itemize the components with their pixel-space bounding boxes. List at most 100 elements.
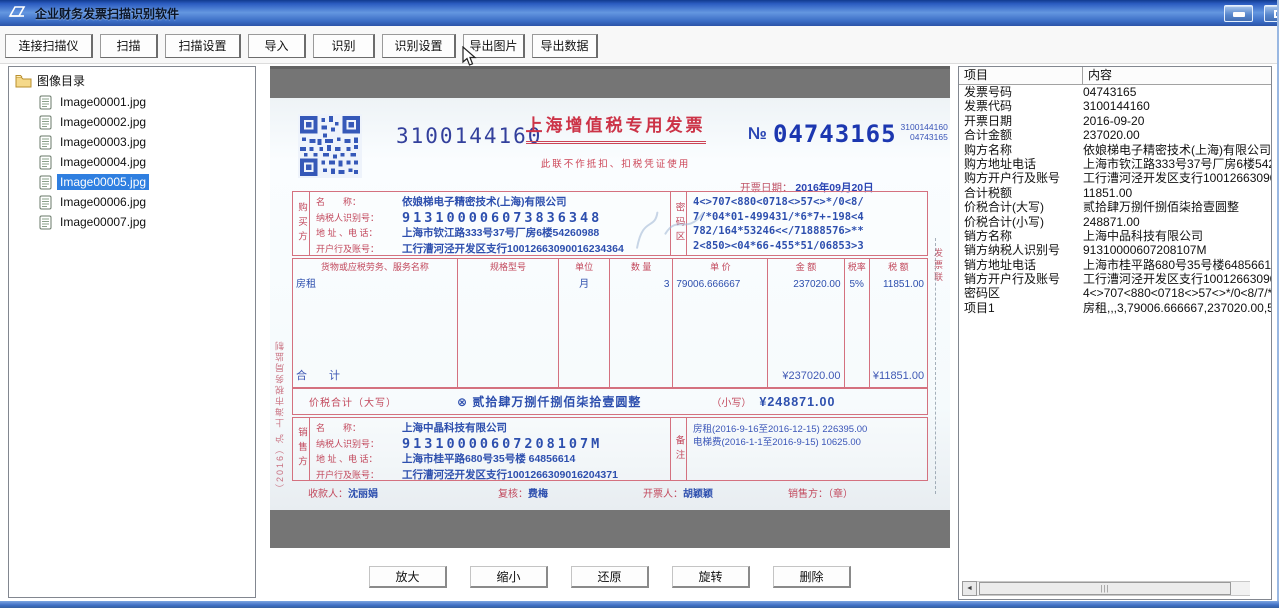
invoice-items-table: 货物或应税劳务、服务名称 房租 合 计 规格型号 单位 月 数 量 3 — [292, 258, 928, 388]
scanned-invoice: （2016）沪 上海市税务局监制 发票联 — [270, 98, 950, 510]
reviewer-name: 费梅 — [528, 489, 548, 500]
seller-stamp-label: 销售方： — [788, 489, 828, 500]
header-item-column[interactable]: 项目 — [959, 67, 1083, 84]
seller-bank: 工行漕河泾开发区支行1001266309016204371 — [402, 468, 618, 481]
result-row-total-words: 价税合计(大写)贰拾肆万捌仟捌佰柒拾壹圆整 — [959, 200, 1271, 214]
invoice-image-viewer: （2016）沪 上海市税务局监制 发票联 — [270, 66, 950, 548]
payee-name: 沈丽娟 — [348, 489, 378, 500]
buyer-address: 上海市钦江路333号37号厂房6楼54260988 — [402, 226, 599, 242]
delete-button[interactable]: 删除 — [773, 566, 851, 588]
tree-item-label: Image00003.jpg — [57, 134, 149, 150]
result-row-invoice-date: 开票日期2016-09-20 — [959, 114, 1271, 128]
reviewer-label: 复核： — [498, 489, 528, 500]
header-content-column[interactable]: 内容 — [1083, 67, 1271, 84]
result-row-seller-name: 销方名称上海中品科技有限公司 — [959, 229, 1271, 243]
scrollbar-thumb[interactable]: ||| — [979, 582, 1231, 595]
document-icon — [39, 195, 52, 210]
buyer-name: 依娘梯电子精密技术(上海)有限公司 — [402, 195, 567, 211]
tree-item-image00005-selected[interactable]: Image00005.jpg — [39, 172, 255, 192]
col-header-unit: 单位 — [559, 259, 609, 276]
result-row-invoice-number: 发票号码04743165 — [959, 85, 1271, 99]
horizontal-scrollbar[interactable]: ◄ ||| — [962, 581, 1250, 596]
tree-item-label: Image00002.jpg — [57, 114, 149, 130]
document-icon — [39, 155, 52, 170]
zoom-in-button[interactable]: 放大 — [369, 566, 447, 588]
document-icon — [39, 175, 52, 190]
total-numeric-label: （小写） — [711, 394, 751, 409]
seller-stamp: （章） — [828, 489, 853, 500]
col-header-name: 货物或应税劳务、服务名称 — [293, 259, 457, 276]
tree-item-image00002[interactable]: Image00002.jpg — [39, 112, 255, 132]
seller-taxid-label: 纳税人识别号： — [316, 437, 402, 453]
result-row-total-numeric: 价税合计(小写)248871.00 — [959, 215, 1271, 229]
tree-item-image00004[interactable]: Image00004.jpg — [39, 152, 255, 172]
result-row-password-area: 密码区4<>707<880<0718<>57<>*/0<8/7/* — [959, 286, 1271, 300]
document-icon — [39, 135, 52, 150]
item-price: 79006.666667 — [673, 276, 767, 293]
tree-item-label: Image00005.jpg — [57, 174, 149, 190]
seller-name: 上海中晶科技有限公司 — [402, 421, 507, 437]
remark-section-label: 备注 — [670, 418, 687, 480]
title-bar: 企业财务发票扫描识别软件 — [0, 0, 1279, 26]
drawer-name: 胡颖颖 — [683, 489, 713, 500]
scan-button[interactable]: 扫描 — [100, 34, 158, 58]
item-spec — [458, 276, 558, 293]
invoice-left-edge-text: （2016）沪 上海市税务局监制 — [273, 203, 286, 493]
total-tax: ¥11851.00 — [870, 365, 927, 387]
buyer-name-label: 名 称： — [316, 195, 402, 211]
result-row-seller-bank: 销方开户行及账号工行漕河泾开发区支行100126630901 — [959, 272, 1271, 286]
result-row-seller-taxid: 销方纳税人识别号91310000607208107M — [959, 243, 1271, 257]
export-data-button[interactable]: 导出数据 — [532, 34, 598, 58]
invoice-number-small-no: 04743165 — [901, 132, 948, 142]
document-icon — [39, 115, 52, 130]
import-button[interactable]: 导入 — [248, 34, 306, 58]
tree-item-image00006[interactable]: Image00006.jpg — [39, 192, 255, 212]
app-scanner-icon — [8, 5, 28, 21]
tree-item-label: Image00001.jpg — [57, 94, 149, 110]
item-taxrate: 5% — [845, 276, 869, 293]
document-icon — [39, 215, 52, 230]
remark-area: 房租(2016-9-16至2016-12-15) 226395.00 电梯费(2… — [687, 418, 927, 480]
tree-item-image00001[interactable]: Image00001.jpg — [39, 92, 255, 112]
col-header-tax: 税 额 — [870, 259, 927, 276]
scrollbar-track[interactable]: ||| — [977, 581, 1250, 596]
invoice-number-block: № 04743165 3100144160 04743165 — [748, 120, 948, 148]
item-qty: 3 — [610, 276, 672, 293]
tree-item-label: Image00004.jpg — [57, 154, 149, 170]
tree-root-image-directory[interactable]: 图像目录 — [9, 67, 255, 92]
rotate-button[interactable]: 旋转 — [672, 566, 750, 588]
reset-button[interactable]: 还原 — [571, 566, 649, 588]
seller-name-label: 名 称： — [316, 421, 402, 437]
buyer-taxid: 913100006073836348 — [402, 211, 602, 227]
minimize-button[interactable] — [1224, 5, 1253, 22]
invoice-footer: 收款人：沈丽娟 复核：费梅 开票人：胡颖颖 销售方：（章） — [292, 485, 920, 505]
scan-settings-button[interactable]: 扫描设置 — [165, 34, 241, 58]
result-row-seller-address: 销方地址电话上海市桂平路680号35号楼64856614 — [959, 258, 1271, 272]
result-row-buyer-bank: 购方开户行及账号工行漕河泾开发区支行100126630901 — [959, 171, 1271, 185]
app-window: 企业财务发票扫描识别软件 连接扫描仪 扫描 扫描设置 导入 识别 识别设置 导出… — [0, 0, 1279, 608]
tree-item-image00003[interactable]: Image00003.jpg — [39, 132, 255, 152]
drawer-label: 开票人： — [643, 489, 683, 500]
item-name: 房租 — [293, 276, 457, 293]
recognize-settings-button[interactable]: 识别设置 — [382, 34, 456, 58]
folder-icon — [15, 74, 32, 88]
zoom-out-button[interactable]: 缩小 — [470, 566, 548, 588]
document-icon — [39, 95, 52, 110]
buyer-taxid-label: 纳税人识别号： — [316, 211, 402, 227]
seller-bank-label: 开户行及账号： — [316, 468, 402, 481]
buyer-section-label: 购买方 — [293, 192, 310, 255]
item-tax: 11851.00 — [870, 276, 927, 293]
tree-item-image00007[interactable]: Image00007.jpg — [39, 212, 255, 232]
seller-address-label: 地 址 、电 话： — [316, 452, 402, 468]
payee-label: 收款人： — [308, 489, 348, 500]
scrollbar-left-arrow[interactable]: ◄ — [962, 581, 977, 596]
total-label: 合 计 — [293, 365, 457, 387]
qr-code — [298, 114, 362, 178]
buyer-bank: 工行漕河泾开发区支行10012663090016234364 — [402, 242, 624, 256]
export-image-button[interactable]: 导出图片 — [463, 34, 525, 58]
buyer-section: 购买方 名 称：依娘梯电子精密技术(上海)有限公司 纳税人识别号：9131000… — [292, 191, 928, 256]
total-in-words-row: 价税合计（大写） ⊗ 贰拾肆万捌仟捌佰柒拾壹圆整 （小写） ¥248871.00 — [292, 388, 928, 415]
recognize-button[interactable]: 识别 — [313, 34, 375, 58]
connect-scanner-button[interactable]: 连接扫描仪 — [5, 34, 93, 58]
invoice-number: 04743165 — [773, 120, 897, 148]
